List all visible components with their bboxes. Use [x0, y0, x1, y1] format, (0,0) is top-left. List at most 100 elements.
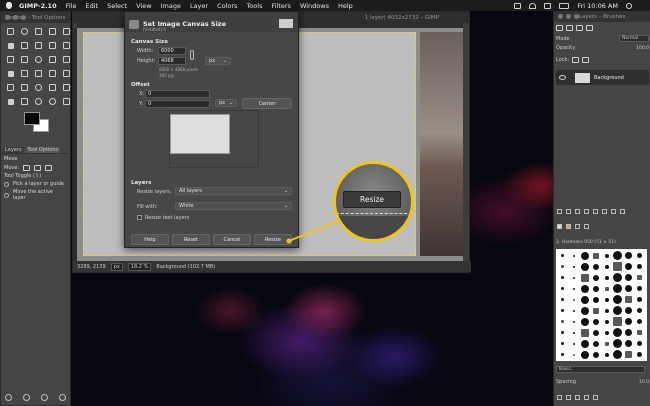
- wifi-icon[interactable]: [529, 2, 537, 9]
- offset-y-input[interactable]: 0: [145, 100, 210, 108]
- brush-swatch[interactable]: [557, 294, 568, 305]
- size-unit-select[interactable]: px ⌄: [205, 57, 231, 65]
- menu-file[interactable]: File: [66, 2, 77, 10]
- brush-swatch[interactable]: [557, 250, 568, 261]
- patterns-tab-icon[interactable]: [566, 224, 571, 229]
- move-tool-icon[interactable]: [5, 40, 16, 51]
- brush-swatch[interactable]: [557, 338, 568, 349]
- menu-layer[interactable]: Layer: [190, 2, 208, 10]
- brush-swatch[interactable]: [568, 338, 579, 349]
- raise-layer-icon[interactable]: [575, 209, 580, 214]
- lower-layer-icon[interactable]: [584, 209, 589, 214]
- brush-swatch[interactable]: [579, 338, 590, 349]
- duplicate-brush-icon[interactable]: [575, 395, 580, 400]
- brush-swatch[interactable]: [557, 261, 568, 272]
- chain-link-icon[interactable]: [190, 50, 194, 60]
- align-tool-icon[interactable]: [19, 40, 30, 51]
- menu-image[interactable]: Image: [161, 2, 181, 10]
- brush-swatch[interactable]: [557, 316, 568, 327]
- brush-swatch[interactable]: [623, 250, 634, 261]
- layers-tab-icon[interactable]: [556, 25, 563, 31]
- brush-swatch[interactable]: [579, 316, 590, 327]
- delete-icon[interactable]: [41, 394, 48, 401]
- bucket-fill-tool-icon[interactable]: [5, 68, 16, 79]
- fuzzy-select-tool-icon[interactable]: [47, 26, 58, 37]
- brush-swatch[interactable]: [568, 250, 579, 261]
- brush-swatch[interactable]: [601, 327, 612, 338]
- brush-swatch[interactable]: [612, 261, 623, 272]
- search-icon[interactable]: [626, 2, 632, 9]
- eraser-tool-icon[interactable]: [61, 68, 72, 79]
- scale-tool-icon[interactable]: [47, 40, 58, 51]
- new-layer-icon[interactable]: [557, 209, 562, 214]
- cage-tool-icon[interactable]: [47, 54, 58, 65]
- history-tab-icon[interactable]: [586, 25, 593, 31]
- brush-swatch[interactable]: [590, 261, 601, 272]
- brush-swatch[interactable]: [590, 250, 601, 261]
- menu-tools[interactable]: Tools: [246, 2, 262, 10]
- menu-edit[interactable]: Edit: [86, 2, 99, 10]
- menu-select[interactable]: Select: [107, 2, 127, 10]
- center-button[interactable]: Center: [242, 98, 292, 109]
- brush-swatch[interactable]: [612, 305, 623, 316]
- brush-swatch[interactable]: [601, 349, 612, 360]
- brush-swatch[interactable]: [623, 272, 634, 283]
- brush-swatch[interactable]: [557, 272, 568, 283]
- close-icon[interactable]: [5, 15, 10, 20]
- brush-swatch[interactable]: [634, 327, 645, 338]
- brush-swatch[interactable]: [612, 338, 623, 349]
- brush-swatch[interactable]: [623, 294, 634, 305]
- anchor-layer-icon[interactable]: [602, 209, 607, 214]
- new-group-icon[interactable]: [566, 209, 571, 214]
- lock-position-icon[interactable]: [582, 57, 590, 63]
- flip-tool-icon[interactable]: [5, 54, 16, 65]
- path-tool-icon[interactable]: [19, 96, 30, 107]
- shear-tool-icon[interactable]: [61, 40, 72, 51]
- brush-swatch[interactable]: [634, 294, 645, 305]
- brush-swatch[interactable]: [634, 283, 645, 294]
- magnify-tool-icon[interactable]: [47, 96, 58, 107]
- paths-tab-icon[interactable]: [576, 25, 583, 31]
- resize-button[interactable]: Resize: [254, 234, 292, 245]
- tab-layers[interactable]: Layers: [3, 146, 24, 153]
- brush-swatch[interactable]: [568, 327, 579, 338]
- brush-swatch[interactable]: [568, 261, 579, 272]
- pencil-tool-icon[interactable]: [33, 68, 44, 79]
- brush-swatch[interactable]: [568, 283, 579, 294]
- brush-swatch[interactable]: [634, 305, 645, 316]
- brush-swatch[interactable]: [568, 272, 579, 283]
- brush-preset-select[interactable]: Basic,: [556, 366, 645, 373]
- brush-swatch[interactable]: [579, 327, 590, 338]
- brush-swatch[interactable]: [557, 305, 568, 316]
- warp-tool-icon[interactable]: [33, 54, 44, 65]
- tab-tool-options[interactable]: Tool Options: [25, 146, 61, 153]
- brush-swatch[interactable]: [612, 316, 623, 327]
- new-brush-icon[interactable]: [566, 395, 571, 400]
- photo-layer[interactable]: [420, 32, 463, 256]
- opacity-value[interactable]: 100.0: [636, 46, 649, 51]
- app-menu[interactable]: GIMP-2.10: [19, 2, 57, 10]
- brush-swatch[interactable]: [634, 349, 645, 360]
- brush-swatch[interactable]: [568, 294, 579, 305]
- brush-swatch[interactable]: [601, 272, 612, 283]
- battery-icon[interactable]: [559, 2, 570, 9]
- brush-swatch[interactable]: [612, 250, 623, 261]
- perspective-tool-icon[interactable]: [19, 54, 30, 65]
- brush-swatch[interactable]: [623, 349, 634, 360]
- dodge-tool-icon[interactable]: [5, 96, 16, 107]
- brush-swatch[interactable]: [612, 272, 623, 283]
- heal-tool-icon[interactable]: [47, 82, 58, 93]
- brush-swatch[interactable]: [590, 294, 601, 305]
- brush-swatch[interactable]: [590, 349, 601, 360]
- brush-swatch[interactable]: [634, 261, 645, 272]
- apple-icon[interactable]: [6, 2, 12, 9]
- menu-help[interactable]: Help: [338, 2, 353, 10]
- brush-swatch[interactable]: [623, 316, 634, 327]
- resize-text-layers-checkbox[interactable]: [137, 215, 142, 220]
- brush-swatch[interactable]: [568, 349, 579, 360]
- brush-swatch[interactable]: [579, 250, 590, 261]
- measure-tool-icon[interactable]: [61, 96, 72, 107]
- offset-unit-select[interactable]: px ⌄: [215, 99, 237, 107]
- delete-layer-icon[interactable]: [620, 209, 625, 214]
- width-input[interactable]: 6000: [158, 47, 186, 55]
